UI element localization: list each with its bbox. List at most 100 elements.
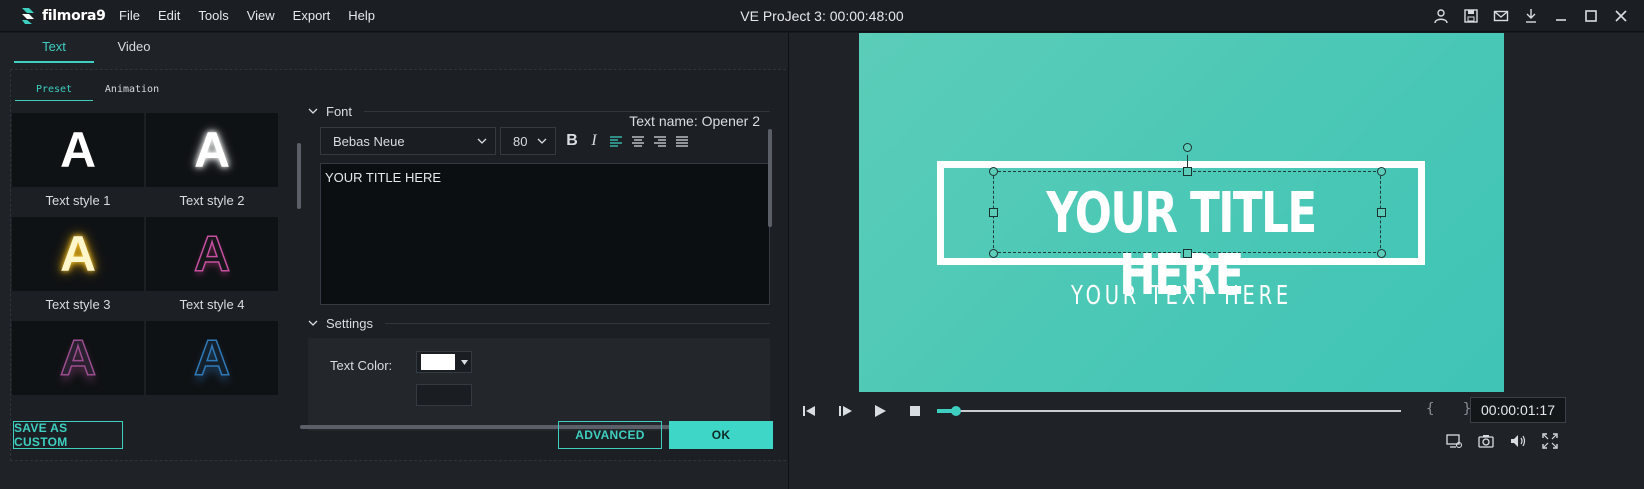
filmora-logo-icon: [22, 8, 34, 24]
timecode-display: 00:00:01:17: [1470, 397, 1566, 423]
settings-body: Text Color:: [308, 338, 770, 431]
user-icon[interactable]: [1432, 7, 1450, 25]
play-icon[interactable]: [872, 403, 888, 419]
preset-text-style-3[interactable]: A Text style 3: [12, 217, 144, 312]
align-center-icon[interactable]: [628, 131, 648, 151]
tab-preset[interactable]: Preset: [15, 80, 93, 101]
preset-thumbnail: A: [146, 113, 278, 187]
ok-button[interactable]: OK: [669, 421, 773, 449]
preset-thumbnail: A: [146, 217, 278, 291]
preset-glyph: A: [193, 330, 231, 386]
text-color-label: Text Color:: [330, 358, 393, 373]
settings-section-header[interactable]: Settings: [308, 313, 770, 333]
section-divider: [384, 322, 770, 324]
resize-handle-bottom-right[interactable]: [1377, 249, 1386, 258]
font-section-header[interactable]: Font: [308, 101, 770, 121]
font-size-select[interactable]: 80: [500, 127, 556, 155]
tab-animation[interactable]: Animation: [93, 80, 171, 101]
app-logo: filmora9: [20, 6, 106, 26]
text-color-picker[interactable]: [416, 351, 472, 373]
download-icon[interactable]: [1522, 7, 1540, 25]
maximize-icon[interactable]: [1582, 7, 1600, 25]
rotate-handle[interactable]: [1183, 143, 1192, 152]
save-as-custom-button[interactable]: SAVE AS CUSTOM: [13, 421, 123, 449]
menu-edit[interactable]: Edit: [149, 8, 189, 23]
bold-button[interactable]: B: [562, 131, 582, 151]
section-divider: [364, 110, 770, 112]
stop-icon[interactable]: [907, 403, 923, 419]
menu-bar: File Edit Tools View Export Help: [110, 8, 384, 23]
align-right-icon[interactable]: [650, 131, 670, 151]
app-logo-text: filmora9: [42, 8, 106, 24]
preset-label: Text style 4: [179, 297, 245, 312]
preset-thumbnail: A: [12, 217, 144, 291]
align-left-icon[interactable]: [606, 131, 626, 151]
advanced-button[interactable]: ADVANCED: [558, 421, 662, 449]
preview-canvas[interactable]: YOUR TITLE HERE YOUR TEXT HERE: [859, 33, 1504, 392]
preset-tabs: Preset Animation: [15, 80, 171, 101]
menu-export[interactable]: Export: [284, 8, 340, 23]
text-editor-panel: Text Video Preset Animation Text name: O…: [0, 33, 826, 489]
resize-handle-top[interactable]: [1183, 167, 1192, 176]
preset-glyph: A: [59, 122, 97, 178]
menu-tools[interactable]: Tools: [189, 8, 237, 23]
menu-help[interactable]: Help: [339, 8, 384, 23]
minimize-icon[interactable]: [1552, 7, 1570, 25]
text-properties: Font Bebas Neue 80 B I YOUR TITLE HERE S…: [308, 101, 770, 431]
fullscreen-icon[interactable]: [1541, 432, 1559, 450]
title-bar: filmora9 File Edit Tools View Export Hel…: [0, 0, 1644, 32]
selection-box[interactable]: [993, 171, 1381, 253]
font-size-value: 80: [513, 133, 528, 149]
preset-label: Text style 1: [45, 193, 111, 208]
save-icon[interactable]: [1462, 7, 1480, 25]
menu-file[interactable]: File: [110, 8, 149, 23]
preset-thumbnail: A: [12, 321, 144, 395]
step-back-icon[interactable]: [801, 403, 817, 419]
resize-handle-left[interactable]: [989, 208, 998, 217]
preset-text-style-1[interactable]: A Text style 1: [12, 113, 144, 208]
italic-button[interactable]: I: [584, 131, 604, 151]
properties-scrollbar[interactable]: [768, 129, 772, 227]
secondary-picker[interactable]: [416, 384, 472, 406]
font-family-select[interactable]: Bebas Neue: [320, 127, 496, 155]
preset-text-style-4[interactable]: A Text style 4: [146, 217, 278, 312]
resize-handle-top-right[interactable]: [1377, 167, 1386, 176]
menu-view[interactable]: View: [238, 8, 284, 23]
editor-tabs: Text Video: [14, 33, 174, 63]
preset-label: Text style 2: [179, 193, 245, 208]
preset-scrollbar[interactable]: [297, 143, 301, 209]
render-icon[interactable]: [1445, 432, 1463, 450]
close-icon[interactable]: [1612, 7, 1630, 25]
preset-text-style-6[interactable]: A: [146, 321, 278, 395]
preview-tools: [1445, 432, 1559, 450]
resize-handle-right[interactable]: [1377, 208, 1386, 217]
preset-label: Text style 3: [45, 297, 111, 312]
caret-down-icon: [461, 359, 468, 365]
preset-text-style-5[interactable]: A: [12, 321, 144, 395]
align-justify-icon[interactable]: [672, 131, 692, 151]
preset-thumbnail: A: [146, 321, 278, 395]
camera-icon[interactable]: [1477, 432, 1495, 450]
play-frame-icon[interactable]: [837, 403, 853, 419]
preset-thumbnail: A: [12, 113, 144, 187]
font-family-value: Bebas Neue: [333, 133, 405, 149]
text-content-input[interactable]: YOUR TITLE HERE: [320, 163, 770, 305]
color-swatch: [421, 354, 455, 370]
preview-subtitle-text[interactable]: YOUR TEXT HERE: [940, 281, 1424, 311]
resize-handle-top-left[interactable]: [989, 167, 998, 176]
preset-glyph: A: [59, 330, 97, 386]
tab-video[interactable]: Video: [94, 33, 174, 63]
volume-icon[interactable]: [1509, 432, 1527, 450]
chevron-down-icon: [308, 320, 318, 326]
preset-grid: A Text style 1 A Text style 2 A Text sty…: [12, 113, 282, 413]
seek-bar[interactable]: [937, 410, 1401, 412]
resize-handle-bottom[interactable]: [1183, 249, 1192, 258]
seek-handle[interactable]: [951, 406, 961, 416]
resize-handle-bottom-left[interactable]: [989, 249, 998, 258]
mail-icon[interactable]: [1492, 7, 1510, 25]
tab-text[interactable]: Text: [14, 33, 94, 63]
preset-text-style-2[interactable]: A Text style 2: [146, 113, 278, 208]
chevron-down-icon: [477, 138, 487, 144]
window-controls: [1432, 7, 1630, 25]
preview-panel: YOUR TITLE HERE YOUR TEXT HERE { } 00:00…: [788, 33, 1644, 489]
